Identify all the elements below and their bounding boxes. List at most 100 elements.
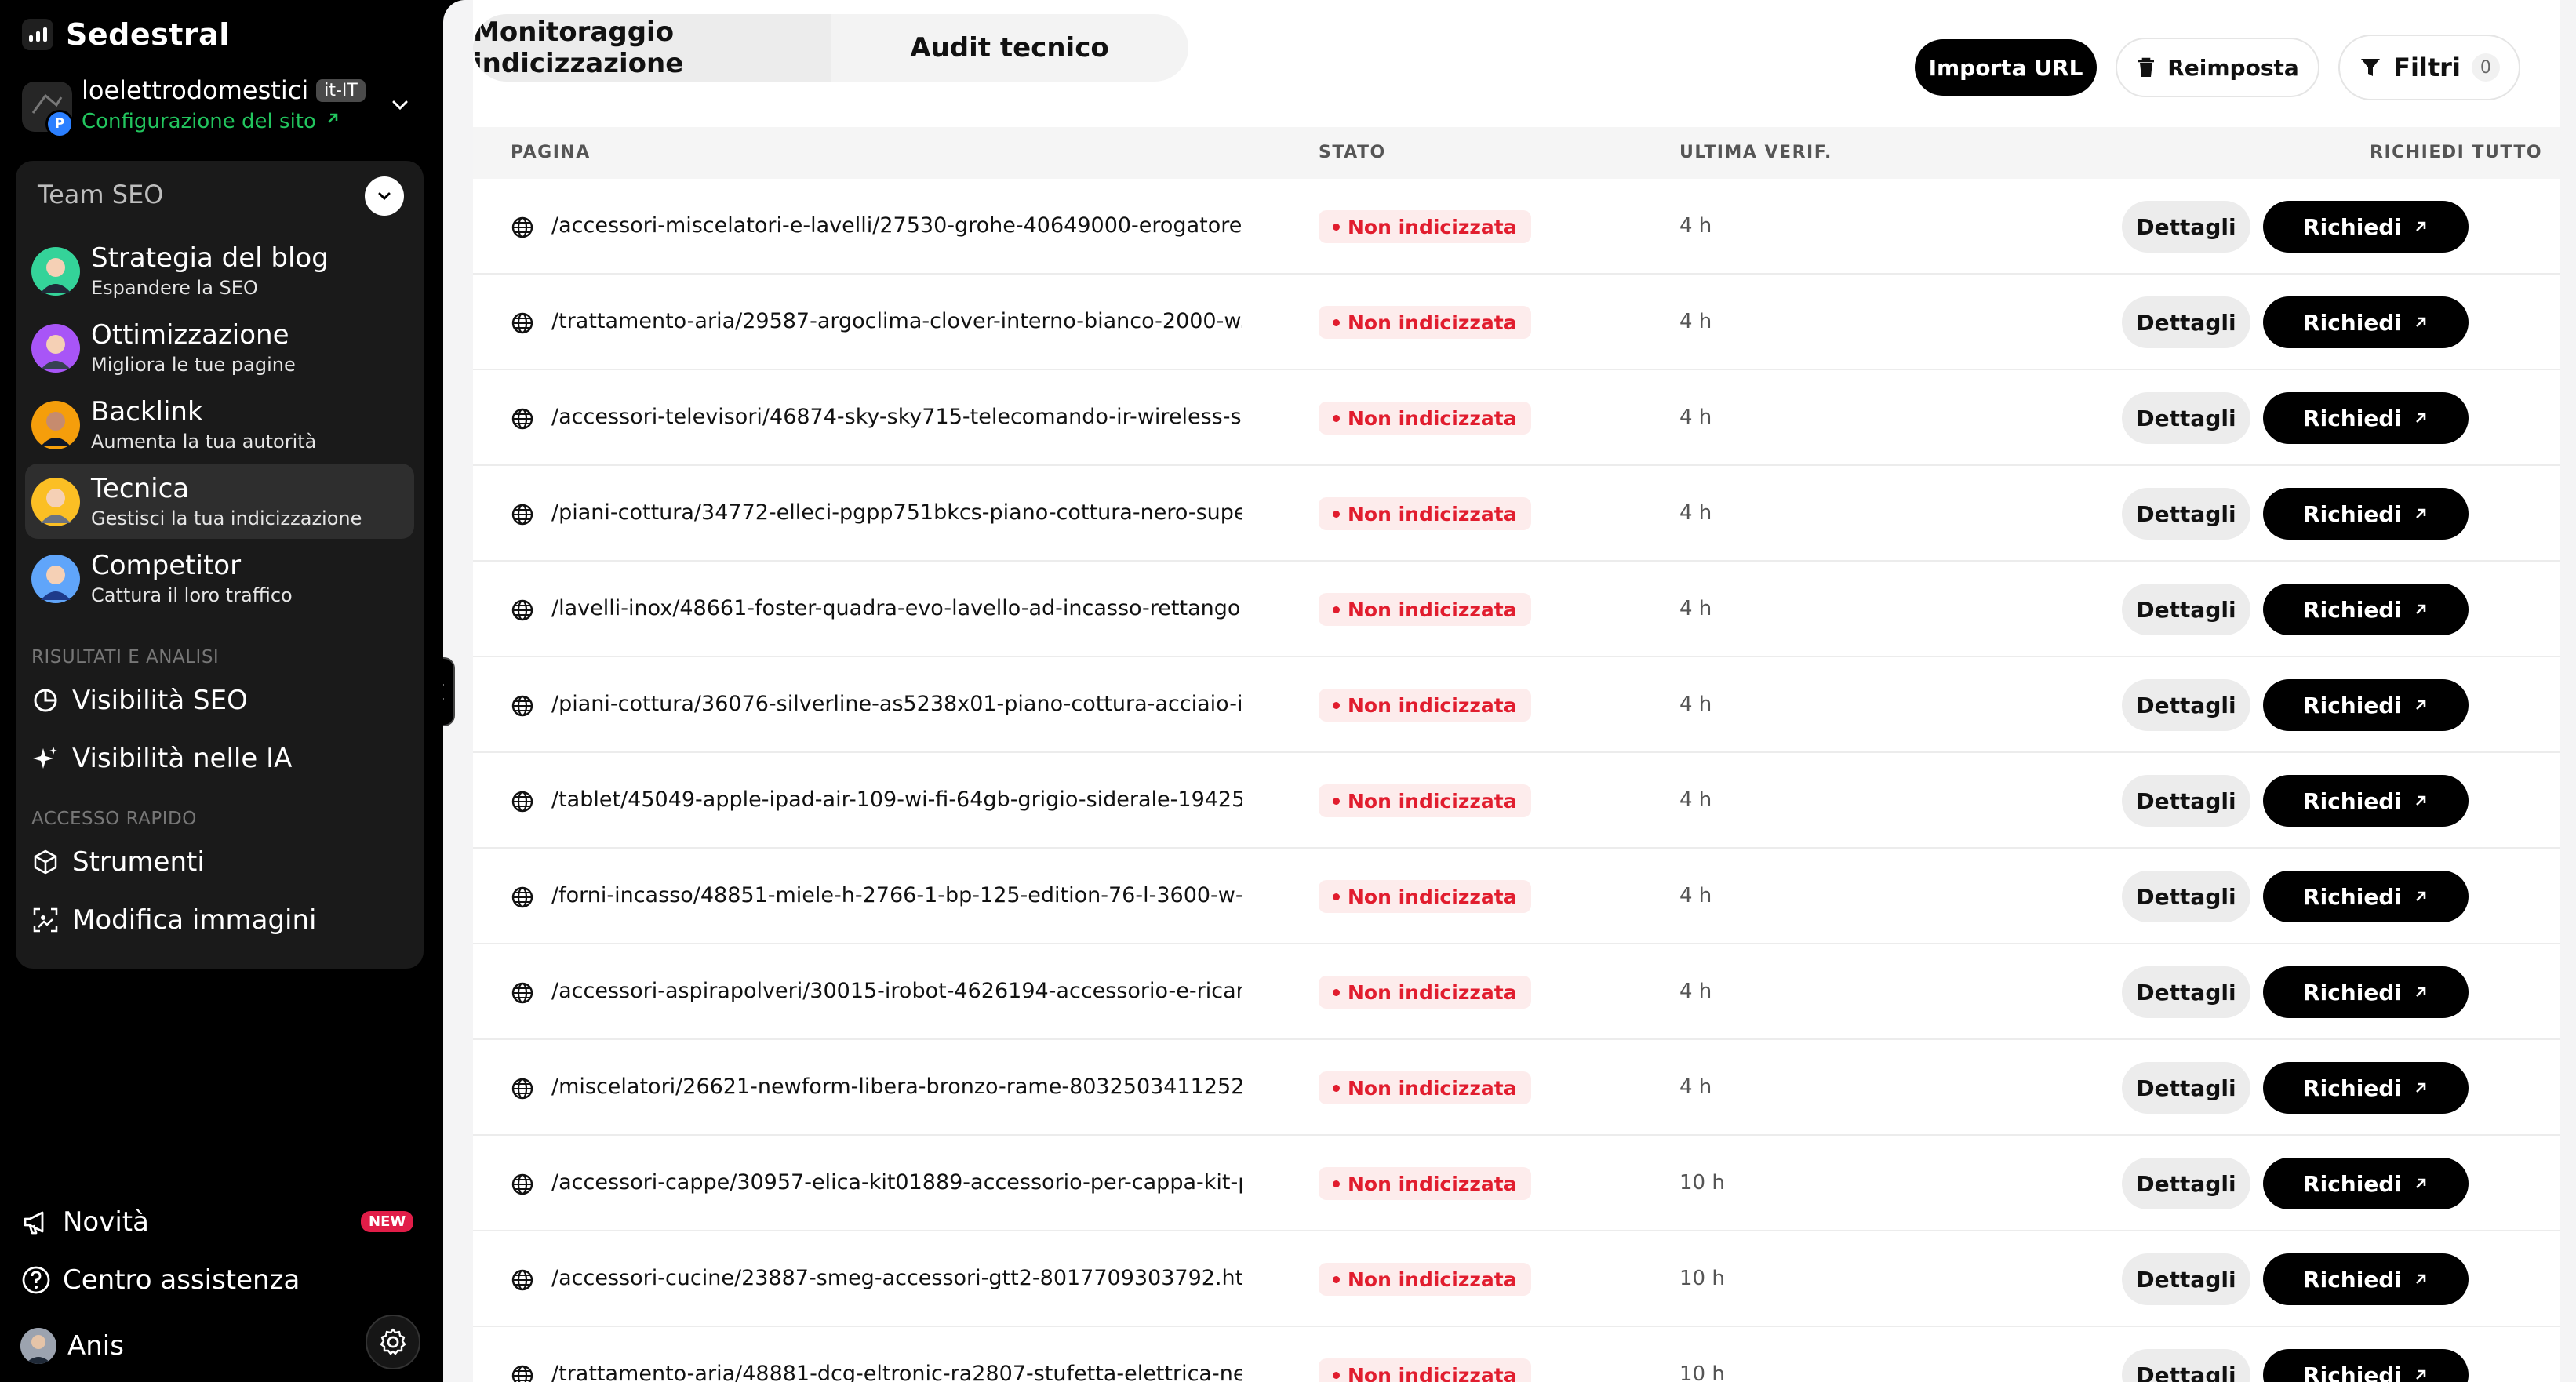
chevron-down-icon[interactable] — [384, 89, 416, 121]
agent-blog-strategy[interactable]: Strategia del blog Espandere la SEO — [25, 233, 414, 308]
status-label: Non indicizzata — [1348, 1172, 1517, 1195]
agent-competitor[interactable]: Competitor Cattura il loro traffico — [25, 540, 414, 616]
tab-bar: Monitoraggio indicizzazione Audit tecnic… — [473, 14, 1188, 82]
details-button[interactable]: Dettagli — [2122, 1349, 2250, 1382]
sparkles-icon — [31, 744, 60, 773]
nav-news[interactable]: Novità — [20, 1206, 149, 1238]
nav-tools[interactable]: Strumenti — [31, 846, 205, 878]
details-button[interactable]: Dettagli — [2122, 1062, 2250, 1114]
details-button[interactable]: Dettagli — [2122, 584, 2250, 635]
page-url[interactable]: /lavelli-inox/48661-foster-quadra-evo-la… — [551, 562, 1242, 656]
request-label: Richiedi — [2303, 883, 2402, 910]
details-button[interactable]: Dettagli — [2122, 1253, 2250, 1305]
page-url[interactable]: /forni-incasso/48851-miele-h-2766-1-bp-1… — [551, 849, 1242, 943]
settings-button[interactable] — [366, 1315, 420, 1369]
status-badge: Non indicizzata — [1319, 593, 1531, 626]
table-row: /trattamento-aria/29587-argoclima-clover… — [473, 275, 2560, 370]
tab-index-monitoring[interactable]: Monitoraggio indicizzazione — [473, 14, 831, 82]
details-label: Dettagli — [2136, 692, 2236, 718]
user-profile[interactable]: Anis — [20, 1328, 124, 1364]
status-badge: Non indicizzata — [1319, 210, 1531, 243]
status-badge: Non indicizzata — [1319, 880, 1531, 913]
request-button[interactable]: Richiedi — [2263, 488, 2469, 540]
help-label: Centro assistenza — [63, 1264, 300, 1296]
nav-edit-images[interactable]: Modifica immagini — [31, 904, 316, 936]
details-button[interactable]: Dettagli — [2122, 966, 2250, 1018]
page-url[interactable]: /trattamento-aria/29587-argoclima-clover… — [551, 275, 1242, 369]
request-button[interactable]: Richiedi — [2263, 871, 2469, 922]
page-url[interactable]: /tablet/45049-apple-ipad-air-109-wi-fi-6… — [551, 753, 1242, 847]
external-arrow-icon — [2416, 508, 2426, 518]
page-url[interactable]: /trattamento-aria/48881-dcg-eltronic-ra2… — [551, 1327, 1242, 1382]
request-all-button[interactable]: RICHIEDI TUTTO — [2370, 127, 2542, 179]
request-button[interactable]: Richiedi — [2263, 1253, 2469, 1305]
agent-avatar — [31, 555, 80, 603]
reset-button[interactable]: Reimposta — [2116, 38, 2319, 97]
status-dot-icon — [1333, 1084, 1340, 1092]
filters-label: Filtri — [2393, 53, 2461, 82]
agent-technical[interactable]: Tecnica Gestisci la tua indicizzazione — [25, 464, 414, 539]
details-button[interactable]: Dettagli — [2122, 392, 2250, 444]
page-url[interactable]: /accessori-cucine/23887-smeg-accessori-g… — [551, 1231, 1242, 1326]
request-button[interactable]: Richiedi — [2263, 679, 2469, 731]
page-url[interactable]: /piani-cottura/36076-silverline-as5238x0… — [551, 657, 1242, 751]
tab-technical-audit[interactable]: Audit tecnico — [831, 14, 1188, 82]
details-button[interactable]: Dettagli — [2122, 871, 2250, 922]
status-badge: Non indicizzata — [1319, 402, 1531, 435]
page-url[interactable]: /piani-cottura/34772-elleci-pgpp751bkcs-… — [551, 466, 1242, 560]
agent-title: Tecnica — [91, 473, 190, 504]
status-dot-icon — [1333, 1371, 1340, 1379]
nav-label: Strumenti — [72, 846, 205, 878]
globe-icon — [511, 695, 533, 717]
page-url[interactable]: /accessori-miscelatori-e-lavelli/27530-g… — [551, 179, 1242, 273]
last-check-time: 4 h — [1679, 597, 1712, 620]
table-row: /tablet/45049-apple-ipad-air-109-wi-fi-6… — [473, 753, 2560, 849]
details-button[interactable]: Dettagli — [2122, 1158, 2250, 1209]
external-arrow-icon — [2416, 1082, 2426, 1093]
import-url-button[interactable]: Importa URL — [1915, 39, 2097, 96]
agent-subtitle: Migliora le tue pagine — [91, 354, 296, 376]
site-config-link[interactable]: Configurazione del sito — [82, 110, 341, 133]
site-config-label: Configurazione del sito — [82, 110, 316, 133]
request-button[interactable]: Richiedi — [2263, 584, 2469, 635]
nav-seo-visibility[interactable]: Visibilità SEO — [31, 685, 248, 716]
status-label: Non indicizzata — [1348, 885, 1517, 908]
request-button[interactable]: Richiedi — [2263, 296, 2469, 348]
agent-avatar — [31, 478, 80, 526]
details-button[interactable]: Dettagli — [2122, 679, 2250, 731]
user-name: Anis — [67, 1330, 124, 1362]
status-label: Non indicizzata — [1348, 311, 1517, 334]
globe-icon — [511, 504, 533, 526]
request-button[interactable]: Richiedi — [2263, 775, 2469, 827]
page-url[interactable]: /accessori-cappe/30957-elica-kit01889-ac… — [551, 1136, 1242, 1230]
globe-icon — [511, 982, 533, 1004]
request-button[interactable]: Richiedi — [2263, 392, 2469, 444]
team-toggle-button[interactable] — [365, 176, 404, 216]
details-button[interactable]: Dettagli — [2122, 488, 2250, 540]
status-dot-icon — [1333, 510, 1340, 518]
page-url[interactable]: /accessori-televisori/46874-sky-sky715-t… — [551, 370, 1242, 464]
request-button[interactable]: Richiedi — [2263, 1158, 2469, 1209]
site-switcher[interactable]: P loelettrodomestici it-IT Configurazion… — [22, 75, 414, 138]
nav-ai-visibility[interactable]: Visibilità nelle IA — [31, 743, 292, 774]
collapse-sidebar-button[interactable] — [443, 657, 455, 726]
request-button[interactable]: Richiedi — [2263, 1062, 2469, 1114]
external-arrow-icon — [2416, 317, 2426, 327]
filters-button[interactable]: Filtri 0 — [2338, 35, 2520, 100]
nav-help-center[interactable]: Centro assistenza — [20, 1264, 300, 1296]
status-label: Non indicizzata — [1348, 215, 1517, 238]
table-body: /accessori-miscelatori-e-lavelli/27530-g… — [473, 179, 2560, 1382]
header-last-check: ULTIMA VERIF. — [1679, 143, 1832, 162]
details-button[interactable]: Dettagli — [2122, 201, 2250, 253]
details-button[interactable]: Dettagli — [2122, 296, 2250, 348]
agent-backlink[interactable]: Backlink Aumenta la tua autorità — [25, 387, 414, 462]
request-button[interactable]: Richiedi — [2263, 1349, 2469, 1382]
brand[interactable]: Sedestral — [22, 17, 230, 52]
page-url[interactable]: /accessori-aspirapolveri/30015-irobot-46… — [551, 944, 1242, 1038]
details-button[interactable]: Dettagli — [2122, 775, 2250, 827]
request-button[interactable]: Richiedi — [2263, 201, 2469, 253]
agent-optimization[interactable]: Ottimizzazione Migliora le tue pagine — [25, 310, 414, 385]
page-url[interactable]: /miscelatori/26621-newform-libera-bronzo… — [551, 1040, 1242, 1134]
external-arrow-icon — [2416, 1369, 2426, 1380]
request-button[interactable]: Richiedi — [2263, 966, 2469, 1018]
